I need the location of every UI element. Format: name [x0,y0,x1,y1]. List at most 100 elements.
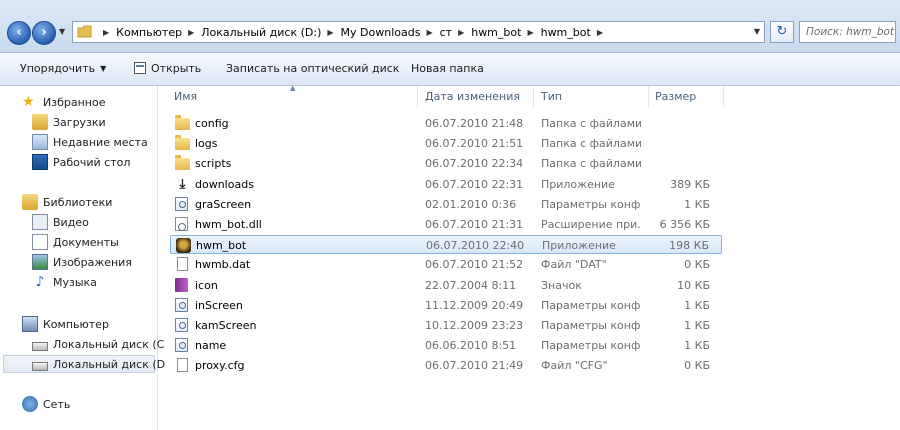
file-type: Параметры конф... [541,197,641,211]
file-row[interactable]: hwm_bot.dll 06.07.2010 21:31 Расширение пр… [170,215,722,234]
refresh-button[interactable]: ↻ [770,21,794,43]
config-file-icon [175,297,188,312]
file-name: hwm_bot.dll [195,218,262,231]
file-row[interactable]: inScreen 11.12.2009 20:49 Параметры конф..… [170,296,722,315]
file-row[interactable]: config 06.07.2010 21:48 Папка с файлами [170,114,722,133]
column-header-type[interactable]: Тип [541,90,562,103]
libraries-icon [22,194,38,210]
chevron-right-icon[interactable]: ▶ [597,28,603,37]
breadcrumb-computer[interactable]: Компьютер [116,26,182,39]
file-size: 10 КБ [677,278,710,292]
file-date-modified: 06.06.2010 8:51 [425,339,517,353]
chevron-right-icon[interactable]: ▶ [103,28,109,37]
blank-file-icon [177,358,188,373]
nav-documents[interactable]: Документы [32,233,119,251]
column-header-name[interactable]: Имя [174,90,197,103]
search-input[interactable]: Поиск: hwm_bot [799,21,896,43]
nav-recent-places[interactable]: Недавние места [32,133,148,151]
column-divider[interactable] [417,86,418,108]
nav-documents-label: Документы [53,235,119,249]
nav-drive-d-label: Локальный диск (D [53,357,166,371]
chevron-right-icon[interactable]: ▶ [527,28,533,37]
file-row[interactable]: proxy.cfg 06.07.2010 21:49 Файл "CFG" 0 КБ [170,356,722,375]
nav-favorites-label: Избранное [43,95,106,109]
chevron-right-icon[interactable]: ▶ [426,28,432,37]
dll-file-icon [175,217,188,231]
file-row[interactable]: name 06.06.2010 8:51 Параметры конф... 1 КБ [170,336,722,355]
nav-downloads[interactable]: Загрузки [32,113,106,131]
file-row[interactable]: ⤓ downloads 06.07.2010 22:31 Приложение 389 … [170,175,722,194]
nav-drive-d[interactable]: Локальный диск (D [3,355,165,373]
file-size: 1 КБ [684,298,710,312]
folder-icon [175,155,190,171]
nav-computer[interactable]: Компьютер [22,315,109,333]
column-header-date[interactable]: Дата изменения [425,90,520,103]
nav-libraries-label: Библиотеки [43,195,113,209]
file-row[interactable]: hwm_bot 06.07.2010 22:40 Приложение 198 КБ [170,235,722,255]
nav-favorites[interactable]: ★ Избранное [22,93,105,111]
nav-music[interactable]: ♪ Музыка [32,273,97,291]
refresh-icon: ↻ [776,24,788,39]
column-divider[interactable] [723,86,724,108]
file-name: logs [195,137,218,151]
column-header-size[interactable]: Размер [655,90,696,103]
file-name: graScreen [195,197,252,211]
forward-button[interactable]: › [32,21,56,45]
book-icon [175,277,188,292]
history-dropdown-icon[interactable]: ▼ [59,27,65,36]
chevron-right-icon[interactable]: ▶ [458,28,464,37]
file-type: Файл "CFG" [541,359,608,373]
file-date-modified: 11.12.2009 20:49 [425,298,524,312]
new-folder-button[interactable]: Новая папка [411,62,484,75]
file-name: proxy.cfg [195,359,245,373]
column-header-row: ▲ Имя Дата изменения Тип Размер [158,84,900,108]
nav-images[interactable]: Изображения [32,253,132,271]
breadcrumb-my-downloads[interactable]: My Downloads [341,26,421,39]
file-row[interactable]: graScreen 02.01.2010 0:36 Параметры конф..… [170,195,722,214]
breadcrumb-hwm-bot[interactable]: hwm_bot [541,26,591,39]
nav-desktop-label: Рабочий стол [53,155,131,169]
organize-label: Упорядочить [20,62,96,75]
chevron-right-icon[interactable]: ▶ [327,28,333,37]
nav-libraries[interactable]: Библиотеки [22,193,112,211]
file-size: 6 356 КБ [659,218,710,231]
nav-desktop[interactable]: Рабочий стол [32,153,130,171]
breadcrumb-hwm-bot-parent[interactable]: hwm_bot [471,26,521,39]
breadcrumb-drive-d[interactable]: Локальный диск (D:) [201,26,321,39]
column-divider[interactable] [648,86,649,108]
organize-button[interactable]: Упорядочить ▼ [20,62,106,75]
file-size: 0 КБ [684,258,710,272]
file-list: ▲ Имя Дата изменения Тип Размер config 06… [158,84,900,430]
address-input[interactable]: ▶ Компьютер ▶ Локальный диск (D:) ▶ My D… [72,21,765,43]
file-name: hwm_bot [196,239,247,253]
nav-video[interactable]: Видео [32,213,89,231]
file-row[interactable]: logs 06.07.2010 21:51 Папка с файлами [170,134,722,153]
column-divider[interactable] [533,86,534,108]
open-button[interactable]: Открыть [134,62,201,75]
address-bar-row: ‹ › ▼ ▶ Компьютер ▶ Локальный диск (D:) … [0,0,900,53]
chevron-right-icon[interactable]: ▶ [188,28,194,37]
file-name: inScreen [195,298,243,312]
file-size: 1 КБ [684,339,710,353]
breadcrumb-st[interactable]: ст [440,26,452,39]
nav-music-label: Музыка [53,275,97,289]
file-row[interactable]: kamScreen 10.12.2009 23:23 Параметры конф.… [170,316,722,335]
file-row[interactable]: scripts 06.07.2010 22:34 Папка с файлами [170,154,722,173]
navigation-pane: ★ Избранное Загрузки Недавние места Рабоч… [0,86,165,430]
open-icon [134,62,146,74]
burn-to-disc-button[interactable]: Записать на оптический диск [226,62,399,75]
nav-network[interactable]: Сеть [22,395,70,413]
back-button[interactable]: ‹ [7,21,31,45]
file-row[interactable]: hwmb.dat 06.07.2010 21:52 Файл "DAT" 0 КБ [170,255,722,274]
chevron-down-icon: ▼ [100,64,107,73]
download-app-icon: ⤓ [179,176,186,192]
address-dropdown-icon[interactable]: ▼ [754,27,760,36]
open-label: Открыть [151,62,202,75]
file-type: Приложение [541,177,615,191]
folder-icon [175,115,190,130]
nav-drive-c[interactable]: Локальный диск (C [32,335,164,353]
file-row[interactable]: icon 22.07.2004 8:11 Значок 10 КБ [170,276,722,295]
network-icon [22,396,38,412]
file-size: 0 КБ [684,359,710,373]
file-size: 1 КБ [684,319,710,332]
